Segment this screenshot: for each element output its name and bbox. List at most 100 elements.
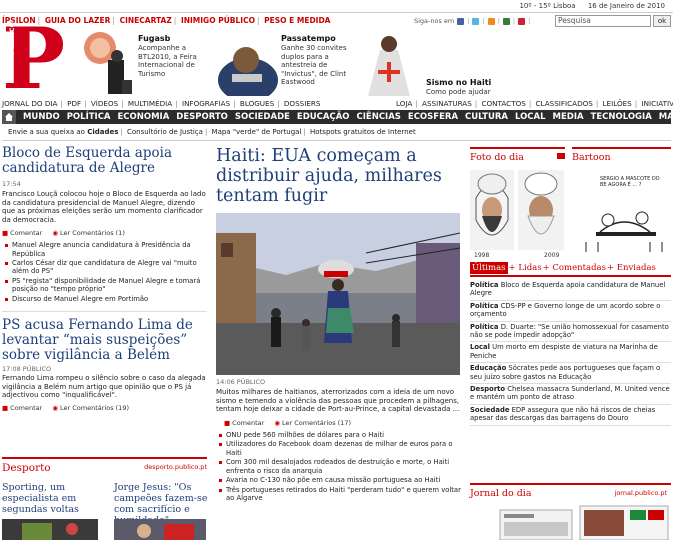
btl-promo-image[interactable] (80, 30, 140, 96)
search-input[interactable]: Pesquisa (555, 15, 651, 27)
home-button[interactable] (2, 110, 16, 124)
jornal-link[interactable]: jornal.publico.pt (615, 489, 667, 497)
list-item[interactable]: Local Um morto em despiste de viatura na… (470, 342, 671, 364)
list-item[interactable]: Política Bloco de Esquerda apoia candida… (470, 280, 671, 301)
nav-educacao[interactable]: EDUCAÇÃO (297, 112, 350, 122)
item-section: Local (470, 343, 490, 352)
subnav-mapa-verde[interactable]: Mapa "verde" de Portugal (212, 128, 302, 136)
item-text: D. Duarte: "Se união homossexual for cas… (470, 322, 669, 340)
nav-jornal-do-dia[interactable]: JORNAL DO DIA (2, 99, 57, 108)
comment-link[interactable]: ■ Comentar (224, 419, 264, 427)
related-item[interactable]: Com 300 mil desalojados rodeados de dest… (216, 458, 462, 475)
nav-media[interactable]: MEDIA (553, 112, 584, 122)
nav-multimedia[interactable]: MULTIMÉDIA (128, 99, 172, 108)
jornal-do-dia-label[interactable]: Jornal do dia (470, 488, 532, 499)
related-item[interactable]: Três portugueses retirados do Haiti "per… (216, 486, 462, 502)
list-item[interactable]: Sociedade EDP assegura que não há riscos… (470, 405, 671, 426)
invictus-promo-image[interactable] (218, 30, 278, 96)
nav-desporto[interactable]: DESPORTO (176, 112, 228, 122)
mobile-icon[interactable] (502, 17, 510, 25)
nav-economia[interactable]: ECONOMIA (117, 112, 169, 122)
nav-leiloes[interactable]: LEILÕES (603, 99, 632, 108)
nav-pdf[interactable]: PDF (67, 99, 81, 108)
cartoon-caption: SÉRGIO A MASCOTE DO BE AGORA É ... ? (600, 176, 660, 188)
related-item[interactable]: PS "regista" disponibilidade de Manuel A… (2, 277, 207, 293)
comment-label: Comentar (10, 404, 43, 413)
nav-classificados[interactable]: CLASSIFICADOS (536, 99, 593, 108)
section-link-peso-e-medida[interactable]: PESO E MEDIDA (264, 16, 330, 25)
bartoon-image[interactable]: SÉRGIO A MASCOTE DO BE AGORA É ... ? (580, 172, 668, 256)
section-link-inimigo-publico[interactable]: INIMIGO PÚBLICO (181, 16, 255, 25)
nav-cultura[interactable]: CULTURA (465, 112, 508, 122)
search-button[interactable]: ok (653, 15, 671, 27)
item-section: Política (470, 281, 499, 289)
nav-ciencias[interactable]: CIÊNCIAS (357, 112, 401, 122)
nav-infografias[interactable]: INFOGRAFIAS (182, 99, 230, 108)
list-item[interactable]: Política CDS-PP e Governo longe de um ac… (470, 301, 671, 322)
tab-enviadas[interactable]: + Enviadas (607, 263, 656, 273)
foto-do-dia-image[interactable]: 1998 2009 (470, 170, 566, 258)
twitter-icon[interactable] (472, 17, 480, 25)
desporto-thumb[interactable] (2, 519, 98, 540)
desporto-thumb[interactable] (114, 519, 206, 540)
nav-mais[interactable]: MAIS (659, 112, 673, 122)
list-item[interactable]: Política D. Duarte: "Se união homossexua… (470, 322, 671, 343)
nav-dossiers[interactable]: DOSSIERS (284, 99, 321, 108)
read-comments-link[interactable]: ◉ Ler Comentários (19) (52, 404, 129, 412)
desporto-story[interactable]: Sporting, um especialista em segundas vo… (2, 482, 102, 515)
tab-lidas[interactable]: + Lidas (509, 263, 542, 273)
main-headline[interactable]: Haiti: EUA começam a distribuir ajuda, m… (216, 146, 456, 206)
podcast-icon[interactable] (518, 17, 526, 25)
read-comments-link[interactable]: ◉ Ler Comentários (17) (274, 419, 351, 427)
section-link-cinecartaz[interactable]: CINECARTAZ (120, 16, 172, 25)
tab-comentadas[interactable]: + Comentadas (543, 263, 606, 273)
list-item[interactable]: Desporto Chelsea massacra Sunderland, M.… (470, 384, 671, 405)
rss-icon[interactable] (487, 17, 495, 25)
nav-iniciativas[interactable]: INICIATIVAS (641, 99, 673, 108)
nav-sociedade[interactable]: SOCIEDADE (235, 112, 290, 122)
bartoon-label[interactable]: Bartoon (572, 152, 611, 163)
promo-fugas[interactable]: Fugasb Acompanhe a BTL2010, a Feira Inte… (138, 34, 200, 96)
comment-link[interactable]: ■ Comentar (2, 229, 42, 237)
subnav-hotspots[interactable]: Hotspots gratuitos de Internet (310, 128, 416, 136)
subnav-consultorio[interactable]: Consultório de Justiça (127, 128, 203, 136)
comment-link[interactable]: ■ Comentar (2, 404, 42, 412)
desporto-link[interactable]: desporto.publico.pt (144, 463, 207, 471)
jornal-do-dia-thumbnails[interactable] (470, 504, 671, 540)
related-item[interactable]: Discurso de Manuel Alegre em Portimão (2, 295, 207, 303)
weather-text: 10º - 15º Lisboa (519, 2, 576, 10)
nav-blogues[interactable]: BLOGUES (240, 99, 274, 108)
nav-mundo[interactable]: MUNDO (23, 112, 60, 122)
related-item[interactable]: ONU pede 560 milhões de dólares para o H… (216, 431, 462, 439)
nav-politica[interactable]: POLÍTICA (67, 112, 111, 122)
related-item[interactable]: Avaria no C-130 não põe em causa missão … (216, 476, 462, 484)
tab-ultimas[interactable]: Últimas (470, 262, 508, 274)
foto-do-dia-label[interactable]: Foto do dia (470, 152, 524, 163)
story-headline[interactable]: PS acusa Fernando Lima de levantar “mais… (2, 318, 207, 363)
publico-logo[interactable]: P Público (2, 17, 65, 101)
read-comments-link[interactable]: ◉ Ler Comentários (1) (52, 229, 125, 237)
promo-passatempo[interactable]: Passatempo Ganhe 30 convites duplos para… (281, 34, 353, 96)
facebook-icon[interactable] (457, 17, 465, 25)
nav-ecosfera[interactable]: ECOSFERA (408, 112, 458, 122)
related-item[interactable]: Utilizadores do Facebook doam dezenas de… (216, 440, 462, 457)
haiti-promo-image[interactable] (358, 30, 420, 96)
story-headline[interactable]: Bloco de Esquerda apoia candidatura de A… (2, 146, 207, 176)
promo-sismo-haiti[interactable]: Sismo no Haiti Como pode ajudar (426, 78, 496, 140)
related-item[interactable]: Manuel Alegre anuncia candidatura à Pres… (2, 241, 207, 258)
story-body: Francisco Louçã colocou hoje o Bloco de … (2, 190, 206, 224)
subnav-queixa-link[interactable]: Envie a sua queixa ao Cidades (8, 128, 118, 136)
nav-tecnologia[interactable]: TECNOLOGIA (591, 112, 652, 122)
nav-contactos[interactable]: CONTACTOS (482, 99, 526, 108)
date-text: 16 de Janeiro de 2010 (587, 2, 665, 10)
nav-loja[interactable]: LOJA (396, 99, 412, 108)
related-item[interactable]: Carlos César diz que candidatura de Aleg… (2, 259, 207, 275)
logo-word: Público (7, 21, 16, 55)
nav-assinaturas[interactable]: ASSINATURAS (422, 99, 472, 108)
haiti-hero-image[interactable] (216, 213, 460, 375)
divider (2, 311, 207, 313)
nav-local[interactable]: LOCAL (515, 112, 546, 122)
desporto-label[interactable]: Desporto (2, 462, 51, 474)
nav-videos[interactable]: VÍDEOS (91, 99, 118, 108)
list-item[interactable]: Educação Sócrates pede aos portugueses q… (470, 363, 671, 385)
